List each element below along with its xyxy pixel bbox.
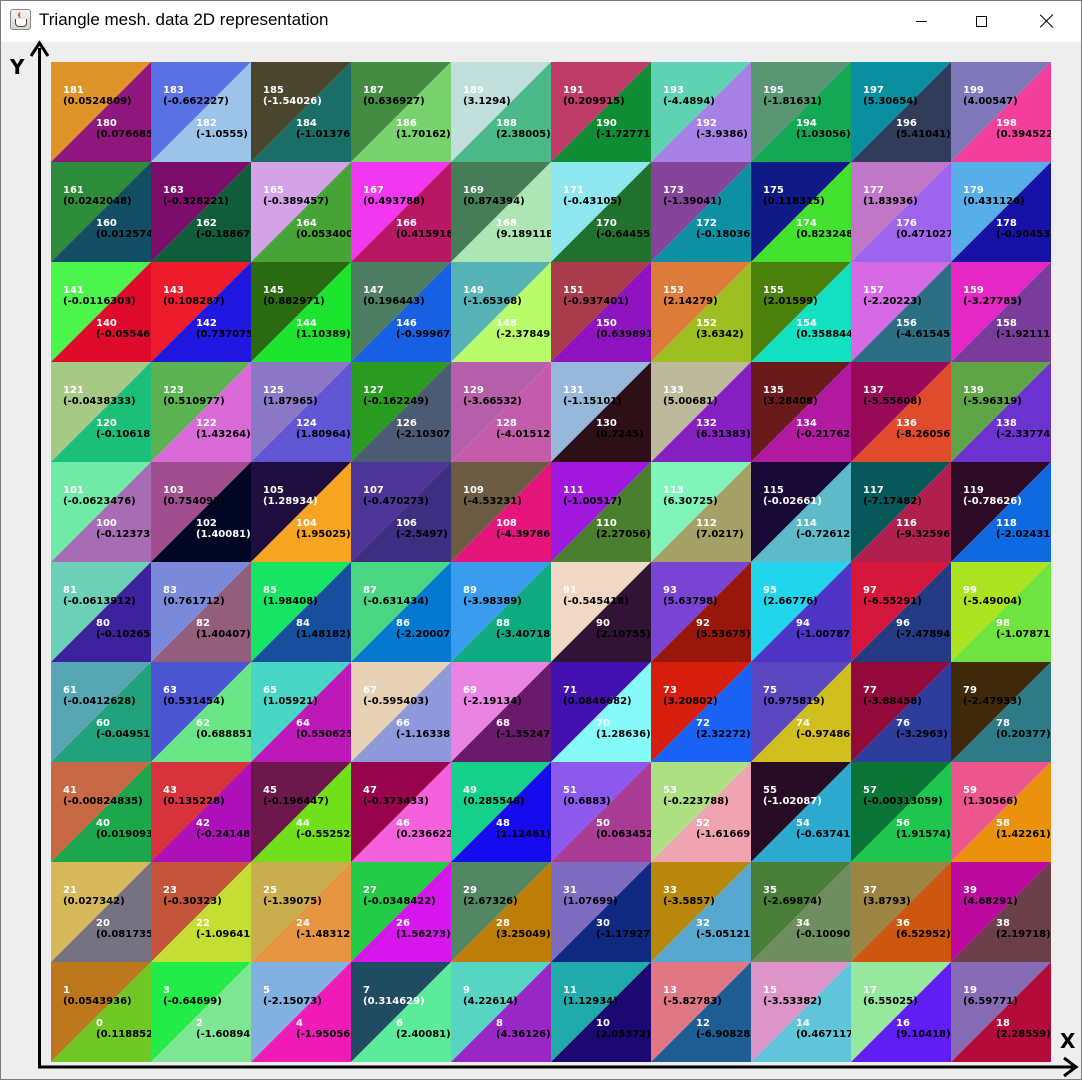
coordinate-axes	[29, 40, 1079, 1078]
y-axis-label: Y	[10, 55, 25, 79]
x-axis-label: X	[1060, 1029, 1076, 1053]
